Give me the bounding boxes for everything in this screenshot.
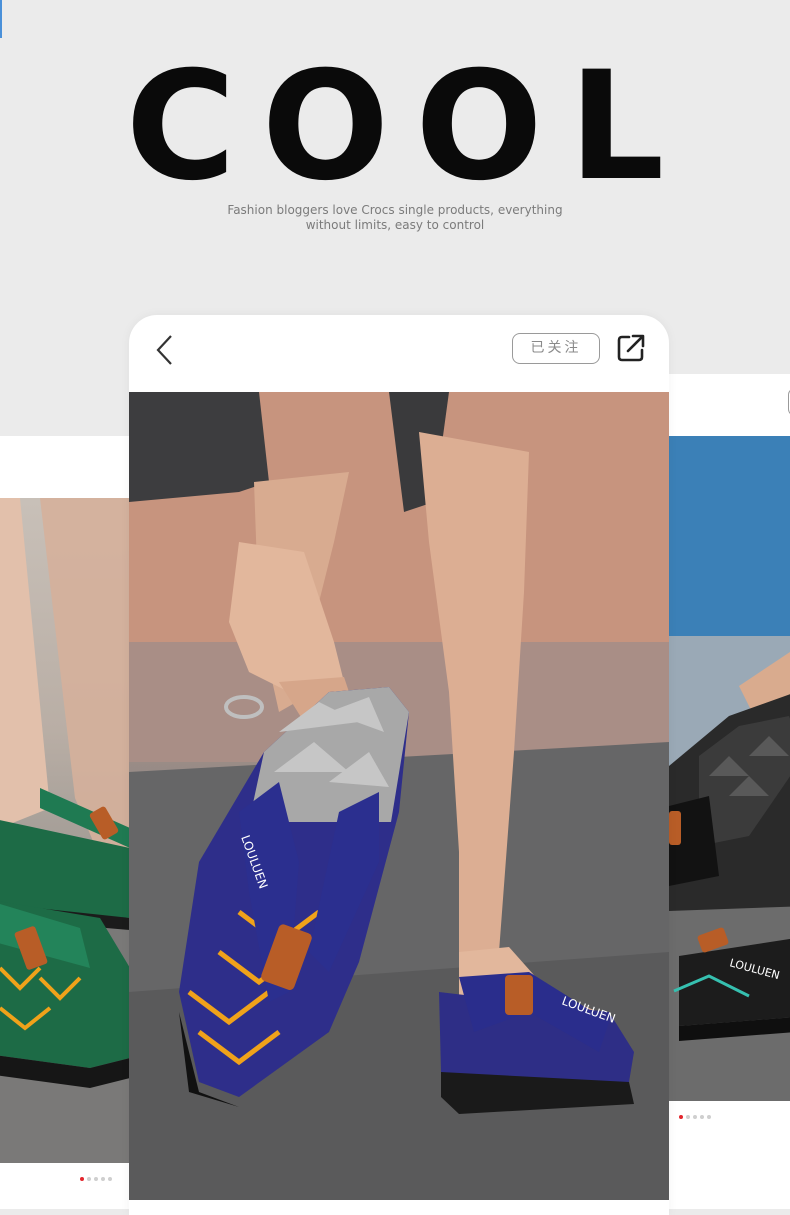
- hero-title: COOL: [125, 40, 691, 214]
- left-product-photo: N: [0, 498, 130, 1163]
- pagination-dot[interactable]: [108, 1177, 112, 1181]
- carousel-card-main[interactable]: 已关注 LOULUEN LOULUEN: [129, 315, 669, 1215]
- share-button[interactable]: [615, 332, 647, 364]
- pagination-dot[interactable]: [80, 1177, 84, 1181]
- hero-subtitle-line-1: Fashion bloggers love Crocs single produ…: [227, 203, 563, 217]
- carousel-card-right[interactable]: LOULUEN: [669, 374, 790, 1209]
- pagination-dot[interactable]: [101, 1177, 105, 1181]
- left-sandal-illustration: N: [0, 498, 130, 1163]
- pagination-dot[interactable]: [686, 1115, 690, 1119]
- pagination-dot[interactable]: [679, 1115, 683, 1119]
- edge-accent: [0, 0, 2, 38]
- share-external-icon: [617, 334, 645, 362]
- pagination-dot[interactable]: [693, 1115, 697, 1119]
- back-button[interactable]: [151, 333, 181, 367]
- hero-subtitle-line-2: without limits, easy to control: [305, 218, 485, 232]
- left-pagination-dots[interactable]: [80, 1177, 112, 1181]
- pagination-dot[interactable]: [87, 1177, 91, 1181]
- chevron-left-icon: [156, 335, 172, 365]
- hero-subtitle: Fashion bloggers love Crocs single produ…: [220, 203, 570, 233]
- pagination-dot[interactable]: [700, 1115, 704, 1119]
- follow-button[interactable]: 已关注: [512, 333, 600, 364]
- right-pagination-dots[interactable]: [679, 1115, 711, 1119]
- right-sandal-illustration: LOULUEN: [669, 436, 790, 1101]
- carousel-card-left[interactable]: N: [0, 436, 130, 1209]
- card-header: 已关注: [129, 315, 669, 392]
- main-product-photo: LOULUEN LOULUEN: [129, 392, 669, 1200]
- main-sandal-illustration: LOULUEN LOULUEN: [129, 392, 669, 1200]
- pagination-dot[interactable]: [94, 1177, 98, 1181]
- right-product-photo: LOULUEN: [669, 436, 790, 1101]
- pagination-dot[interactable]: [707, 1115, 711, 1119]
